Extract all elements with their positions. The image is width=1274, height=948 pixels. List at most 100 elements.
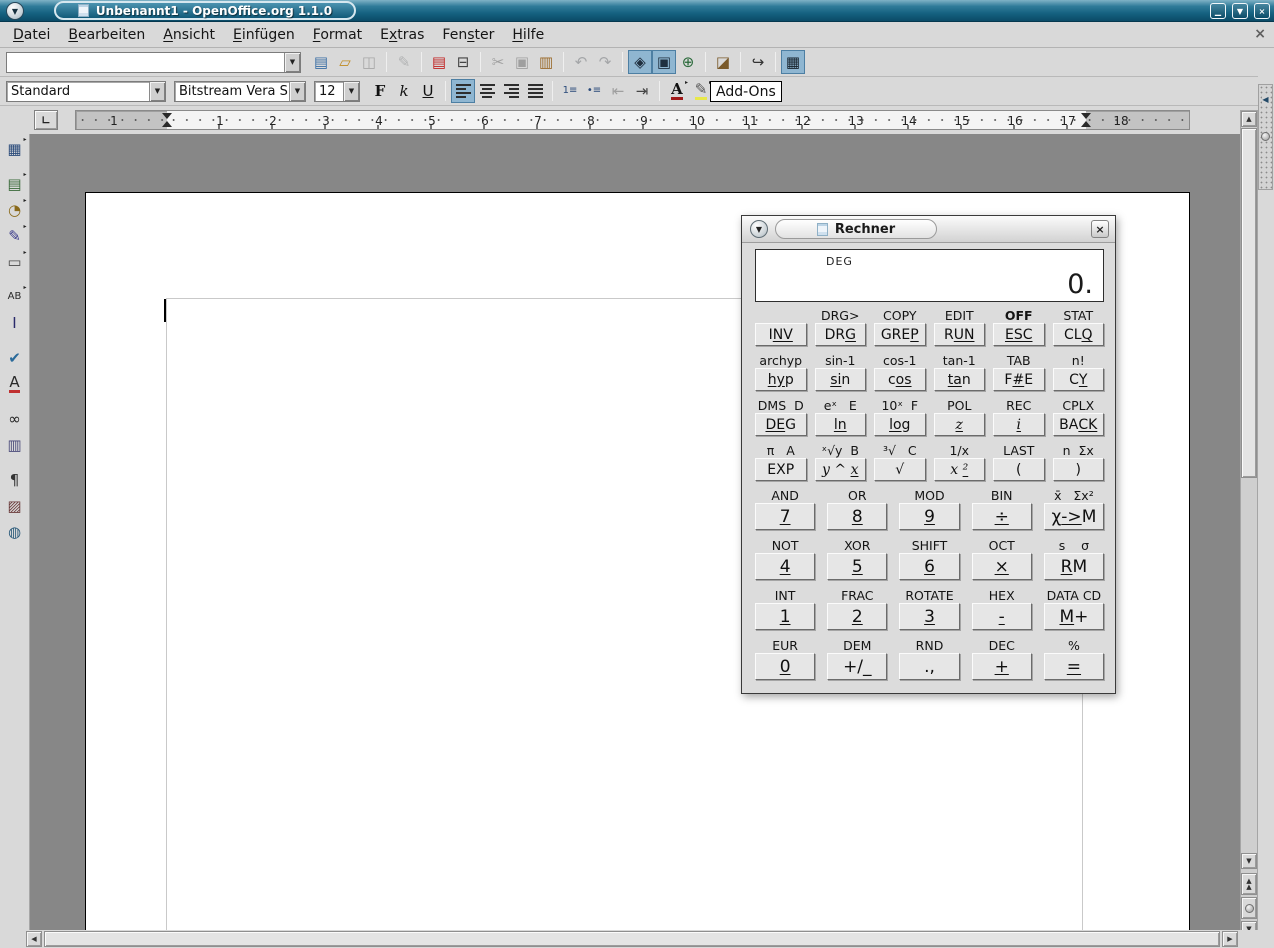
calculator-menu-button[interactable]: ▼: [750, 220, 768, 238]
url-combo[interactable]: ▼: [6, 52, 301, 73]
menu-einfgen[interactable]: Einfügen: [224, 25, 304, 45]
calc-btn-cos[interactable]: cos: [874, 368, 926, 391]
auto-spellcheck-icon[interactable]: A: [2, 371, 28, 397]
scroll-up-icon[interactable]: ▲: [1241, 111, 1257, 127]
size-dropdown-icon[interactable]: ▼: [343, 82, 359, 101]
calc-btn-rm[interactable]: RM: [1044, 553, 1104, 580]
hide-panel-icon[interactable]: ◀: [1262, 95, 1268, 104]
autopilot-icon[interactable]: ↪: [746, 50, 770, 74]
calc-btn-ln[interactable]: ln: [815, 413, 867, 436]
calc-btn-4[interactable]: 4: [755, 553, 815, 580]
calc-btn-minus[interactable]: -: [972, 603, 1032, 630]
right-indent-marker-top[interactable]: [1081, 113, 1091, 119]
calc-btn-y-power-x[interactable]: y ^ x: [815, 458, 867, 481]
data-sources-icon[interactable]: ▥: [2, 432, 28, 458]
calc-btn-z[interactable]: z: [934, 413, 986, 436]
stylist-icon[interactable]: ▣: [652, 50, 676, 74]
calculator-close-button[interactable]: ×: [1091, 220, 1109, 238]
window-titlebar[interactable]: ▼ Unbenannt1 - OpenOffice.org 1.1.0 ▁ ▼ …: [0, 0, 1274, 22]
tab-type-button[interactable]: ∟: [34, 110, 58, 130]
numbered-list-icon[interactable]: 1≡: [558, 79, 582, 103]
horizontal-scroll-thumb[interactable]: [44, 931, 1220, 947]
bold-button[interactable]: F: [368, 79, 392, 103]
calc-btn-open-paren[interactable]: (: [993, 458, 1045, 481]
insert-object-icon[interactable]: ◔▸: [2, 197, 28, 223]
align-left-icon[interactable]: [451, 79, 475, 103]
hyperlink-dialog-icon[interactable]: ⊕: [676, 50, 700, 74]
font-name-combo[interactable]: Bitstream Vera S ▼: [174, 81, 306, 102]
gallery-icon[interactable]: ◪: [711, 50, 735, 74]
new-document-icon[interactable]: ▤: [309, 50, 333, 74]
right-indent-marker[interactable]: [1081, 121, 1091, 127]
menu-datei[interactable]: Datei: [4, 25, 59, 45]
scroll-left-icon[interactable]: ◀: [26, 931, 42, 947]
calc-btn-clq[interactable]: CLQ: [1053, 323, 1105, 346]
online-layout-icon[interactable]: ◍: [2, 519, 28, 545]
insert-fields-icon[interactable]: ▤▸: [2, 171, 28, 197]
calc-btn-cy[interactable]: CY: [1053, 368, 1105, 391]
calc-btn-sign-toggle[interactable]: +/_: [827, 653, 887, 680]
calc-btn-i[interactable]: i: [993, 413, 1045, 436]
calc-btn-0[interactable]: 0: [755, 653, 815, 680]
calculator-titlebar[interactable]: ▼ Rechner ×: [742, 216, 1115, 243]
autotext-icon[interactable]: AB▸: [2, 284, 28, 310]
spellcheck-icon[interactable]: ✔: [2, 345, 28, 371]
font-dropdown-icon[interactable]: ▼: [289, 82, 305, 101]
nonprinting-characters-icon[interactable]: ¶: [2, 467, 28, 493]
calc-btn-plus[interactable]: +: [972, 653, 1032, 680]
calc-btn-7[interactable]: 7: [755, 503, 815, 530]
horizontal-ruler[interactable]: 1123456789101112131415161718: [75, 110, 1190, 130]
menu-format[interactable]: Format: [304, 25, 371, 45]
open-document-icon[interactable]: ▱: [333, 50, 357, 74]
calc-btn-1[interactable]: 1: [755, 603, 815, 630]
calc-btn-equals[interactable]: =: [1044, 653, 1104, 680]
print-icon[interactable]: ⊟: [451, 50, 475, 74]
calc-btn-run[interactable]: RUN: [934, 323, 986, 346]
calc-btn-2[interactable]: 2: [827, 603, 887, 630]
navigator-icon[interactable]: ◈: [628, 50, 652, 74]
draw-functions-icon[interactable]: ✎▸: [2, 223, 28, 249]
align-center-icon[interactable]: [475, 79, 499, 103]
menu-bearbeiten[interactable]: Bearbeiten: [59, 25, 154, 45]
align-right-icon[interactable]: [499, 79, 523, 103]
window-menu-button[interactable]: ▼: [6, 2, 24, 20]
graphics-onoff-icon[interactable]: ▨: [2, 493, 28, 519]
calc-btn-6[interactable]: 6: [899, 553, 959, 580]
menu-hilfe[interactable]: Hilfe: [503, 25, 553, 45]
align-justify-icon[interactable]: [523, 79, 547, 103]
calc-btn-sin[interactable]: sin: [815, 368, 867, 391]
url-input[interactable]: [7, 53, 284, 72]
calc-btn-multiply[interactable]: ×: [972, 553, 1032, 580]
font-color-icon[interactable]: A▸: [665, 79, 689, 103]
navigation-button[interactable]: [1241, 897, 1257, 919]
calc-btn-5[interactable]: 5: [827, 553, 887, 580]
calc-btn-m-plus[interactable]: M+: [1044, 603, 1104, 630]
menu-ansicht[interactable]: Ansicht: [154, 25, 224, 45]
calc-btn-3[interactable]: 3: [899, 603, 959, 630]
calc-btn-x-squared[interactable]: x ²: [934, 458, 986, 481]
paste-icon[interactable]: ▥: [534, 50, 558, 74]
calc-btn-esc[interactable]: ESC: [993, 323, 1045, 346]
horizontal-scrollbar[interactable]: ◀ ▶: [0, 930, 1274, 948]
direct-cursor-icon[interactable]: I: [2, 310, 28, 336]
calc-btn-hyp[interactable]: hyp: [755, 368, 807, 391]
calc-btn-decimal-point[interactable]: .,: [899, 653, 959, 680]
calc-btn-close-paren[interactable]: ): [1053, 458, 1105, 481]
bullet-list-icon[interactable]: •≡: [582, 79, 606, 103]
first-line-indent-marker[interactable]: [162, 113, 172, 119]
calc-btn-x-to-memory[interactable]: χ->M: [1044, 503, 1104, 530]
menu-fenster[interactable]: Fenster: [433, 25, 503, 45]
paragraph-style-combo[interactable]: Standard ▼: [6, 81, 166, 102]
url-dropdown-icon[interactable]: ▼: [284, 53, 300, 72]
calc-btn-inv[interactable]: INV: [755, 323, 807, 346]
scroll-down-icon[interactable]: ▼: [1241, 853, 1257, 869]
left-indent-marker[interactable]: [162, 121, 172, 127]
dock-splitter-strip[interactable]: ◀: [1258, 84, 1273, 190]
calc-btn-tan[interactable]: tan: [934, 368, 986, 391]
calc-btn-deg[interactable]: DEG: [755, 413, 807, 436]
calc-btn-fix-eng[interactable]: F#E: [993, 368, 1045, 391]
vertical-scrollbar[interactable]: ▲ ▼ ▲▲ ▼▼: [1240, 110, 1258, 948]
export-pdf-icon[interactable]: ▤: [427, 50, 451, 74]
vertical-scroll-thumb[interactable]: [1241, 128, 1257, 478]
minimize-button[interactable]: ▁: [1210, 3, 1226, 19]
